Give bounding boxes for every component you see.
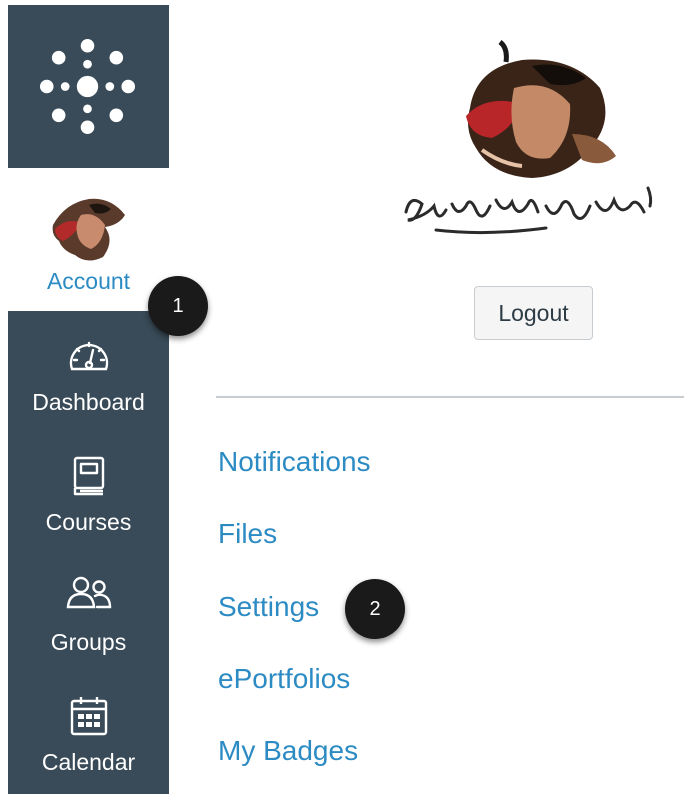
global-nav: Account Dashboard Courses Groups Calenda… — [8, 0, 169, 794]
profile-avatar — [452, 38, 622, 188]
tray-divider — [216, 396, 684, 398]
logout-button[interactable]: Logout — [474, 286, 593, 340]
account-avatar — [45, 185, 129, 267]
calendar-icon — [70, 697, 107, 736]
canvas-logo[interactable] — [8, 5, 169, 168]
nav-item-account-label: Account — [46, 268, 131, 294]
nav-item-calendar[interactable]: Calendar — [8, 671, 169, 791]
tray-link-files[interactable]: Files — [218, 518, 277, 550]
nav-item-account[interactable]: Account — [8, 168, 169, 311]
nav-item-groups-label: Groups — [50, 629, 127, 655]
callout-badge-1: 1 — [148, 276, 208, 336]
callout-badge-2: 2 — [345, 579, 405, 639]
tray-link-eportfolios[interactable]: ePortfolios — [218, 663, 350, 695]
nav-item-calendar-label: Calendar — [41, 749, 136, 775]
people-icon — [66, 576, 111, 609]
nav-item-groups[interactable]: Groups — [8, 551, 169, 671]
tray-link-my-badges[interactable]: My Badges — [218, 735, 358, 767]
book-icon — [73, 456, 104, 496]
tray-link-notifications[interactable]: Notifications — [218, 446, 371, 478]
tray-link-settings[interactable]: Settings — [218, 591, 319, 623]
nav-item-courses-label: Courses — [45, 509, 132, 535]
profile-name-image — [396, 176, 661, 246]
canvas-logo-icon — [39, 38, 136, 135]
dashboard-gauge-icon — [69, 341, 108, 371]
nav-items-panel: Dashboard Courses Groups Calendar — [8, 311, 169, 794]
nav-item-courses[interactable]: Courses — [8, 431, 169, 551]
nav-item-dashboard[interactable]: Dashboard — [8, 311, 169, 431]
nav-item-dashboard-label: Dashboard — [32, 389, 145, 415]
